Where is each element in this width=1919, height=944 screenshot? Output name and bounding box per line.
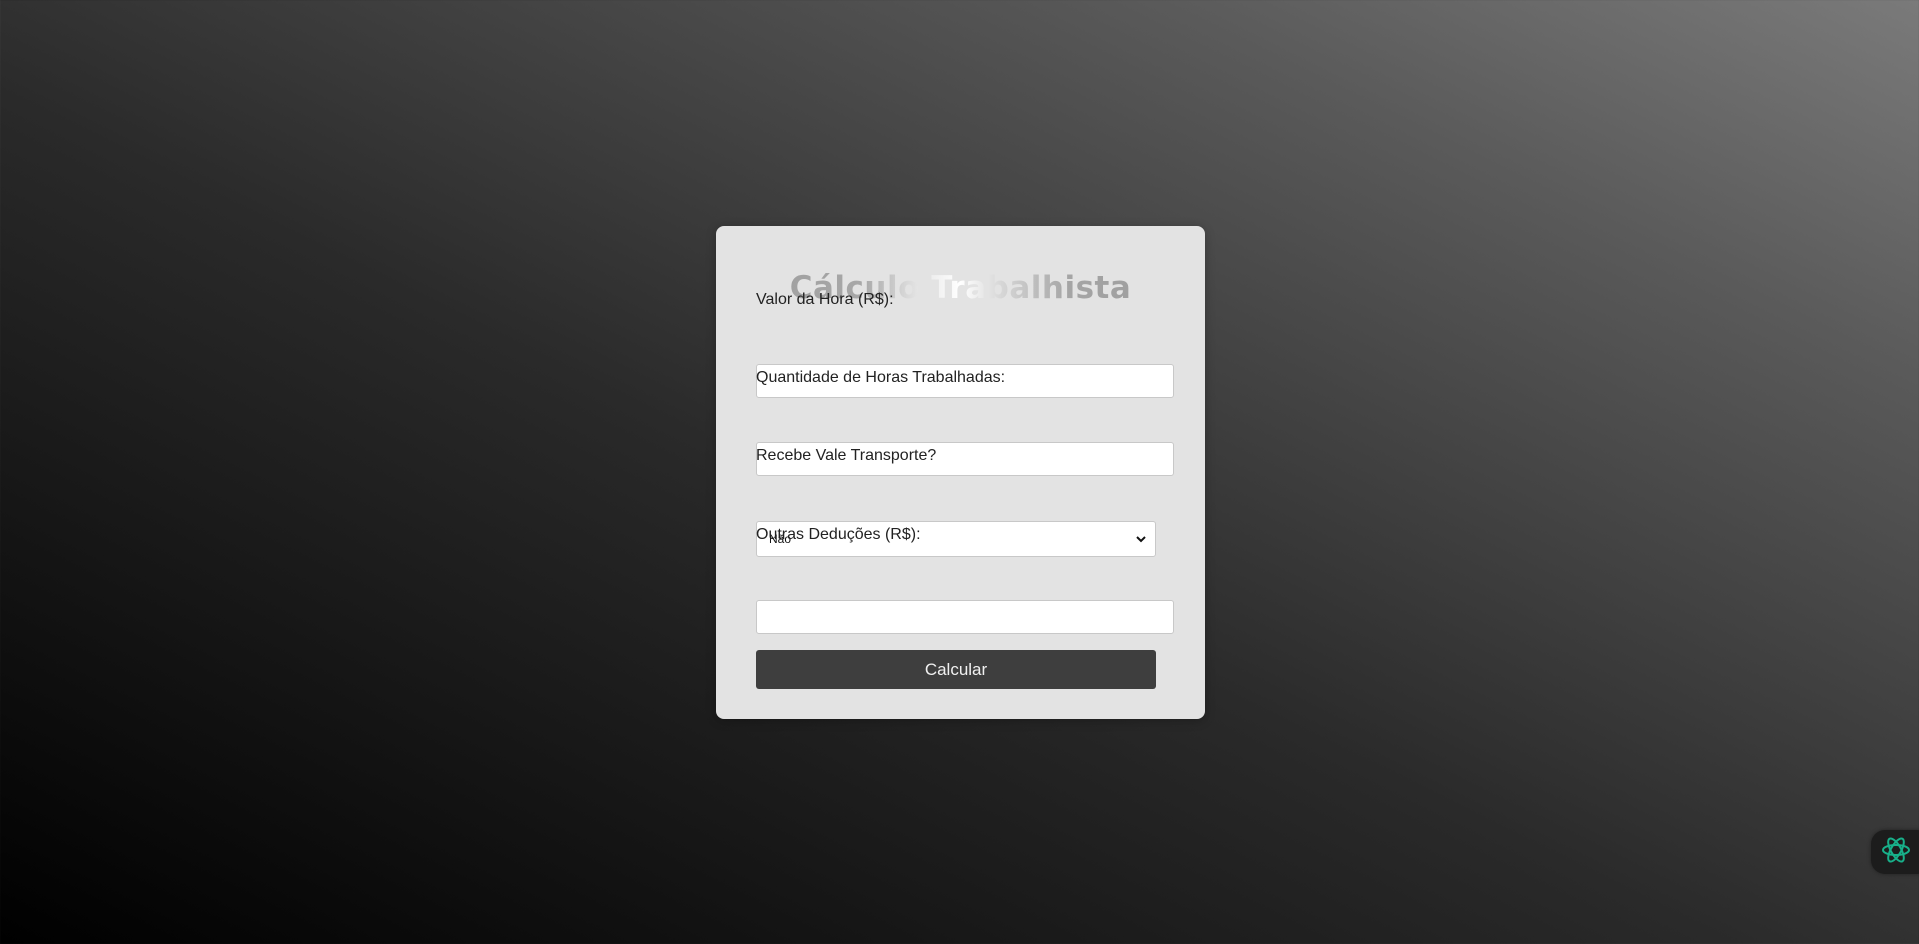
chevron-down-icon <box>1135 533 1147 545</box>
other-deductions-input[interactable] <box>756 600 1174 634</box>
assistant-icon <box>1880 834 1912 871</box>
assistant-button[interactable] <box>1871 830 1919 874</box>
other-deductions-label: Outras Deduções (R$): <box>756 526 921 543</box>
transport-label: Recebe Vale Transporte? <box>756 447 937 464</box>
hours-worked-label: Quantidade de Horas Trabalhadas: <box>756 369 1006 386</box>
hourly-rate-label: Valor da Hora (R$): <box>756 291 894 308</box>
calculate-button[interactable]: Calcular <box>756 650 1156 689</box>
calculator-card: Cálculo Trabalhista Valor da Hora (R$): … <box>716 226 1205 719</box>
